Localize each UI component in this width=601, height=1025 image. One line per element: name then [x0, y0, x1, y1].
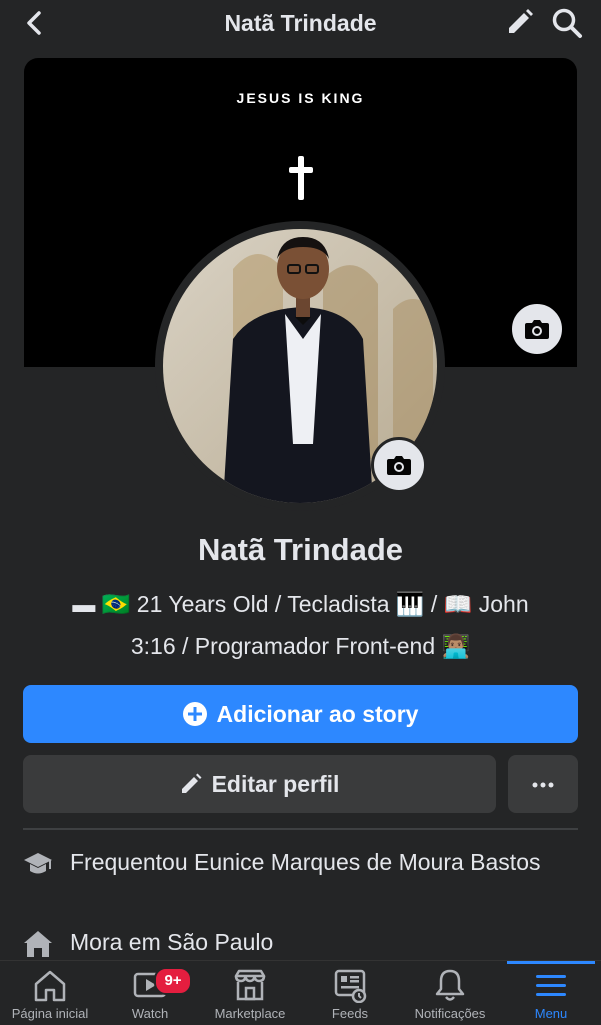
cross-icon — [289, 156, 313, 200]
education-prefix: Frequentou — [70, 849, 188, 875]
watch-badge: 9+ — [154, 967, 192, 995]
location-row: Mora em São Paulo — [22, 928, 561, 960]
school-name-link[interactable]: Eunice Marques de Moura Bastos — [194, 849, 540, 875]
home-icon — [31, 967, 69, 1003]
divider — [23, 828, 578, 830]
nav-item-notifications[interactable]: Notificações — [400, 961, 500, 1025]
pencil-icon[interactable] — [504, 8, 536, 38]
bell-icon — [431, 967, 469, 1003]
more-options-button[interactable] — [508, 755, 578, 813]
search-icon[interactable] — [550, 6, 584, 40]
nav-label-menu: Menu — [534, 1006, 568, 1021]
more-dots-icon — [532, 775, 554, 793]
location-text: Mora em São Paulo — [70, 928, 273, 957]
nav-item-marketplace[interactable]: Marketplace — [200, 961, 300, 1025]
top-bar: Natã Trindade — [0, 0, 601, 46]
feeds-icon — [331, 967, 369, 1004]
cover-slogan: JESUS IS KING — [236, 90, 365, 106]
profile-name: Natã Trindade — [198, 532, 403, 567]
bio-line-1: ▬ 🇧🇷 21 Years Old / Tecladista 🎹 / 📖 Joh… — [72, 591, 529, 617]
marketplace-icon — [231, 967, 269, 1003]
nav-item-menu[interactable]: Menu — [501, 961, 601, 1025]
add-to-story-label: Adicionar ao story — [216, 700, 419, 727]
profile-bio: ▬ 🇧🇷 21 Years Old / Tecladista 🎹 / 📖 Joh… — [40, 583, 561, 667]
bio-line-2: 3:16 / Programador Front-end 👨🏽‍💻 — [130, 633, 471, 659]
menu-icon — [532, 967, 570, 1003]
edit-avatar-camera-icon[interactable] — [371, 437, 427, 493]
home-icon — [22, 928, 54, 960]
education-row: Frequentou Eunice Marques de Moura Basto… — [22, 848, 561, 880]
nav-item-home[interactable]: Página inicial — [0, 961, 100, 1025]
edit-profile-label: Editar perfil — [211, 770, 340, 797]
nav-item-watch[interactable]: 9+ Watch — [100, 961, 200, 1025]
education-text: Frequentou Eunice Marques de Moura Basto… — [70, 848, 541, 877]
bottom-nav: Página inicial 9+ Watch Marketplace Feed… — [0, 960, 601, 1025]
city-name-link[interactable]: São Paulo — [167, 929, 273, 955]
nav-item-feeds[interactable]: Feeds — [300, 961, 400, 1025]
plus-circle-icon — [182, 702, 207, 726]
graduation-cap-icon — [22, 848, 54, 880]
pencil-icon — [180, 773, 202, 795]
add-to-story-button[interactable]: Adicionar ao story — [23, 685, 578, 743]
edit-cover-camera-icon[interactable] — [510, 302, 564, 356]
location-prefix: Mora em — [70, 929, 161, 955]
edit-profile-button[interactable]: Editar perfil — [23, 755, 496, 813]
